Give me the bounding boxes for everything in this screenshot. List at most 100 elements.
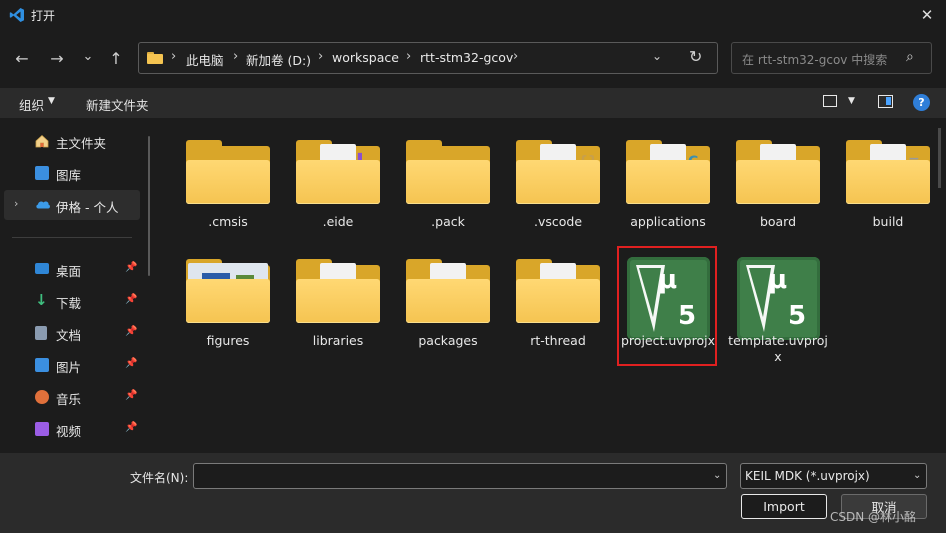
search-placeholder: 在 rtt-stm32-gcov 中搜索 <box>742 53 888 67</box>
file-name: .vscode <box>533 214 583 229</box>
sidebar-item-home[interactable]: 主文件夹 <box>4 126 140 156</box>
breadcrumb-separator-icon: › <box>233 49 239 64</box>
arrow-up-icon: ↑ <box>109 48 123 68</box>
folder-icon <box>406 259 490 325</box>
file-name: rt-thread <box>530 333 586 348</box>
caret-down-icon[interactable]: ▼ <box>848 96 855 106</box>
folder-icon <box>516 259 600 325</box>
breadcrumb-current-folder[interactable]: rtt-stm32-gcov <box>420 50 513 65</box>
file-name: figures <box>206 333 250 348</box>
folder-icon: {} <box>516 140 600 206</box>
pin-icon[interactable]: 📌 <box>125 294 137 305</box>
folder-icon <box>147 52 163 64</box>
folder-item[interactable]: board <box>724 130 832 248</box>
folder-item[interactable]: ▍ .eide <box>284 130 392 248</box>
file-name: .cmsis <box>208 214 248 229</box>
folder-icon <box>296 259 380 325</box>
sidebar-item-videos[interactable]: 视频 📌 <box>4 414 140 444</box>
pictures-icon <box>35 358 49 372</box>
folder-item[interactable]: libraries <box>284 249 392 367</box>
sidebar-item-gallery[interactable]: 图库 <box>4 158 140 188</box>
close-button[interactable]: ✕ <box>912 3 942 27</box>
folder-icon: C <box>626 140 710 206</box>
folder-icon <box>186 259 270 325</box>
sidebar-item-label: 下载 <box>56 296 82 311</box>
file-item[interactable]: μ 5 template.uvproj x <box>724 249 832 367</box>
sidebar-item-onedrive[interactable]: › 伊格 - 个人 <box>4 190 140 220</box>
file-name: build <box>872 214 904 229</box>
folder-item[interactable]: rt-thread <box>504 249 612 367</box>
desktop-icon <box>35 263 49 274</box>
command-bar: 组织 ▼ 新建文件夹 ▼ ? <box>0 88 946 118</box>
chevron-down-icon: ⌄ <box>82 48 94 64</box>
document-icon <box>35 326 47 340</box>
sidebar-divider <box>12 237 132 238</box>
view-options-icon[interactable] <box>823 95 837 107</box>
import-button[interactable]: Import <box>741 494 827 519</box>
file-name: .pack <box>431 214 465 229</box>
pin-icon[interactable]: 📌 <box>125 262 137 273</box>
sidebar-item-desktop[interactable]: 桌面 📌 <box>4 254 140 284</box>
file-name: libraries <box>312 333 364 348</box>
breadcrumb-workspace[interactable]: workspace <box>332 50 399 65</box>
breadcrumb-this-pc[interactable]: 此电脑 <box>186 50 224 69</box>
chevron-down-icon[interactable]: ⌄ <box>713 470 721 481</box>
breadcrumb-drive[interactable]: 新加卷 (D:) <box>246 50 311 69</box>
folder-item[interactable]: .cmsis <box>174 130 282 248</box>
forward-button[interactable]: → <box>46 47 68 69</box>
folder-icon <box>736 140 820 206</box>
download-icon: ↓ <box>35 291 48 309</box>
sidebar-scrollbar[interactable] <box>148 136 150 276</box>
watermark: CSDN @林小酩 <box>830 510 917 524</box>
filetype-select[interactable]: KEIL MDK (*.uvprojx) ⌄ <box>740 463 927 489</box>
filetype-value: KEIL MDK (*.uvprojx) <box>745 469 870 483</box>
breadcrumb-separator-icon: › <box>513 49 519 64</box>
pin-icon[interactable]: 📌 <box>125 422 137 433</box>
breadcrumb-separator-icon: › <box>171 49 177 64</box>
sidebar-item-music[interactable]: 音乐 📌 <box>4 382 140 412</box>
chevron-down-icon: ⌄ <box>913 470 922 481</box>
chevron-right-icon[interactable]: › <box>14 197 18 210</box>
caret-down-icon[interactable]: ▼ <box>48 96 55 106</box>
refresh-icon[interactable]: ↻ <box>689 47 702 66</box>
sidebar-item-downloads[interactable]: ↓ 下载 📌 <box>4 286 140 316</box>
filename-label: 文件名(N): <box>130 471 189 485</box>
pin-icon[interactable]: 📌 <box>125 358 137 369</box>
folder-icon: ▍ <box>296 140 380 206</box>
search-icon[interactable]: ⌕ <box>906 49 914 65</box>
folder-item[interactable]: Capplications <box>614 130 722 248</box>
back-button[interactable]: ← <box>11 47 33 69</box>
onedrive-icon <box>35 198 50 212</box>
file-name: packages <box>418 333 478 348</box>
filename-input[interactable]: ⌄ <box>193 463 727 489</box>
address-dropdown-icon[interactable]: ⌄ <box>652 49 662 63</box>
folder-icon <box>406 140 490 206</box>
preview-pane-icon[interactable] <box>878 95 893 108</box>
file-name: .eide <box>322 214 354 229</box>
pin-icon[interactable]: 📌 <box>125 326 137 337</box>
sidebar-item-label: 音乐 <box>56 392 82 407</box>
help-icon[interactable]: ? <box>913 94 930 111</box>
recent-locations-button[interactable]: ⌄ <box>77 45 99 67</box>
sidebar-item-documents[interactable]: 文档 📌 <box>4 318 140 348</box>
up-button[interactable]: ↑ <box>105 47 127 69</box>
pin-icon[interactable]: 📌 <box>125 390 137 401</box>
folder-item[interactable]: ≡ build <box>834 130 942 248</box>
search-input[interactable]: 在 rtt-stm32-gcov 中搜索 ⌕ <box>731 42 932 74</box>
folder-item[interactable]: figures <box>174 249 282 367</box>
sidebar-item-label: 视频 <box>56 424 82 439</box>
window-title: 打开 <box>31 9 56 23</box>
sidebar-item-label: 图片 <box>56 360 82 375</box>
sidebar-item-label: 文档 <box>56 328 82 343</box>
sidebar-item-pictures[interactable]: 图片 📌 <box>4 350 140 380</box>
file-grid-scrollbar[interactable] <box>938 128 941 188</box>
folder-item[interactable]: {} .vscode <box>504 130 612 248</box>
new-folder-button[interactable]: 新建文件夹 <box>86 95 149 114</box>
address-bar[interactable]: › 此电脑 › 新加卷 (D:) › workspace › rtt-stm32… <box>138 42 718 74</box>
folder-item[interactable]: .pack <box>394 130 502 248</box>
organize-button[interactable]: 组织 <box>19 95 44 114</box>
sidebar-item-label: 伊格 - 个人 <box>56 200 119 215</box>
folder-item[interactable]: packages <box>394 249 502 367</box>
navigation-pane: 主文件夹 图库 › 伊格 - 个人 桌面 📌 ↓ 下载 📌 文档 📌 图片 📌 … <box>0 118 160 453</box>
sidebar-item-label: 图库 <box>56 168 82 183</box>
